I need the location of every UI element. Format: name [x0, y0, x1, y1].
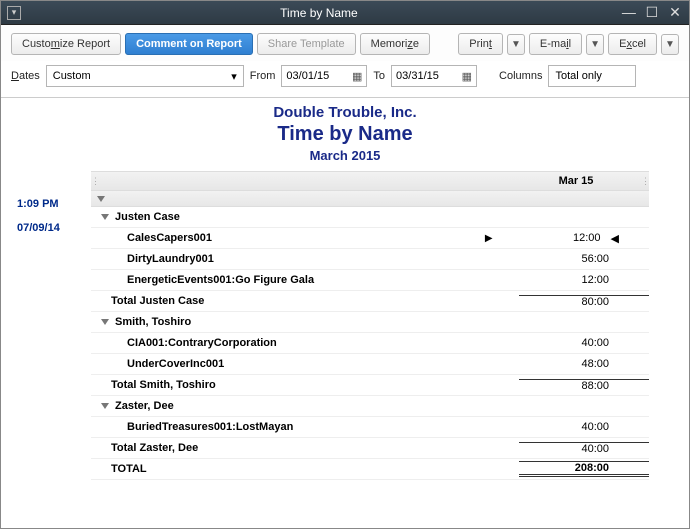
grand-total-row: TOTAL208:00	[91, 459, 649, 480]
subtotal-label: Total Smith, Toshiro	[91, 379, 519, 391]
item-value: 40:00	[519, 337, 649, 349]
window-title: Time by Name	[21, 6, 617, 20]
columns-label: Columns	[499, 70, 542, 82]
group-name: Zaster, Dee	[91, 400, 519, 412]
caret-left-icon: ◀	[611, 232, 619, 245]
chevron-down-icon	[101, 319, 109, 325]
column-header-row: ⋮ Mar 15 ⋮	[91, 171, 649, 191]
to-date-value: 03/31/15	[396, 70, 439, 82]
to-date-input[interactable]: 03/31/15 ▦	[391, 65, 477, 87]
data-row[interactable]: UnderCoverInc00148:00	[91, 354, 649, 375]
calendar-icon[interactable]: ▦	[462, 70, 472, 83]
to-label: To	[373, 70, 385, 82]
memorize-button[interactable]: Memorize	[360, 33, 430, 55]
chevron-down-icon	[101, 403, 109, 409]
chevron-down-icon	[101, 214, 109, 220]
comment-on-report-button[interactable]: Comment on Report	[125, 33, 253, 55]
subtotal-label: Total Zaster, Dee	[91, 442, 519, 454]
excel-button[interactable]: Excel	[608, 33, 657, 55]
item-value: 40:00	[519, 421, 649, 433]
report-grid: ⋮ Mar 15 ⋮ Justen CaseCalesCapers001▶12:…	[1, 171, 689, 480]
toolbar: Customize Report Comment on Report Share…	[1, 25, 689, 61]
item-name: BuriedTreasures001:LostMayan	[91, 421, 519, 433]
item-name: UnderCoverInc001	[91, 358, 519, 370]
report-period: March 2015	[1, 148, 689, 163]
item-name: CalesCapers001	[91, 232, 485, 244]
item-value: 56:00	[519, 253, 649, 265]
subtotal-value: 40:00	[519, 442, 649, 455]
subtotal-row: Total Zaster, Dee40:00	[91, 438, 649, 459]
chevron-down-icon: ▾	[231, 70, 237, 83]
from-label: From	[250, 70, 276, 82]
group-name: Justen Case	[91, 211, 519, 223]
group-row[interactable]: Smith, Toshiro	[91, 312, 649, 333]
company-name: Double Trouble, Inc.	[1, 104, 689, 121]
expand-all-row[interactable]	[91, 191, 649, 207]
maximize-button[interactable]: ☐	[644, 4, 660, 21]
play-icon: ▶	[485, 233, 511, 244]
item-value: 12:00	[519, 274, 649, 286]
subtotal-row: Total Smith, Toshiro88:00	[91, 375, 649, 396]
item-value: 48:00	[519, 358, 649, 370]
group-row[interactable]: Zaster, Dee	[91, 396, 649, 417]
group-row[interactable]: Justen Case	[91, 207, 649, 228]
customize-report-button[interactable]: Customize Report	[11, 33, 121, 55]
dates-value: Custom	[53, 70, 91, 82]
report-header: Double Trouble, Inc. Time by Name March …	[1, 104, 689, 163]
dates-select[interactable]: Custom ▾	[46, 65, 244, 87]
print-button[interactable]: Print	[458, 33, 503, 55]
group-name: Smith, Toshiro	[91, 316, 519, 328]
from-date-input[interactable]: 03/01/15 ▦	[281, 65, 367, 87]
columns-value: Total only	[555, 70, 601, 82]
subtotal-value: 80:00	[519, 295, 649, 308]
data-row[interactable]: CalesCapers001▶12:00◀	[91, 228, 649, 249]
email-dropdown[interactable]: ▼	[586, 34, 604, 55]
column-header: Mar 15	[511, 175, 641, 187]
from-date-value: 03/01/15	[286, 70, 329, 82]
share-template-button[interactable]: Share Template	[257, 33, 356, 55]
data-row[interactable]: EnergeticEvents001:Go Figure Gala12:00	[91, 270, 649, 291]
item-value: 12:00	[511, 232, 641, 244]
item-name: EnergeticEvents001:Go Figure Gala	[91, 274, 519, 286]
window-menu-icon[interactable]: ▾	[7, 6, 21, 20]
minimize-button[interactable]: —	[621, 4, 637, 20]
excel-dropdown[interactable]: ▼	[661, 34, 679, 55]
data-row[interactable]: CIA001:ContraryCorporation40:00	[91, 333, 649, 354]
calendar-icon[interactable]: ▦	[352, 70, 362, 83]
close-button[interactable]: ✕	[667, 4, 683, 21]
email-button[interactable]: E-mail	[529, 33, 582, 55]
dates-label: Dates	[11, 70, 40, 82]
print-dropdown[interactable]: ▼	[507, 34, 525, 55]
subtotal-row: Total Justen Case80:00	[91, 291, 649, 312]
subtotal-label: Total Justen Case	[91, 295, 519, 307]
report-title: Time by Name	[1, 123, 689, 146]
item-name: CIA001:ContraryCorporation	[91, 337, 519, 349]
columns-select[interactable]: Total only	[548, 65, 636, 87]
data-row[interactable]: BuriedTreasures001:LostMayan40:00	[91, 417, 649, 438]
item-name: DirtyLaundry001	[91, 253, 519, 265]
grand-total-label: TOTAL	[91, 463, 519, 475]
filter-bar: Dates Custom ▾ From 03/01/15 ▦ To 03/31/…	[1, 61, 689, 98]
title-bar: ▾ Time by Name — ☐ ✕	[1, 1, 689, 25]
data-row[interactable]: DirtyLaundry00156:00	[91, 249, 649, 270]
grand-total-value: 208:00	[519, 461, 649, 477]
subtotal-value: 88:00	[519, 379, 649, 392]
chevron-down-icon	[97, 196, 105, 202]
